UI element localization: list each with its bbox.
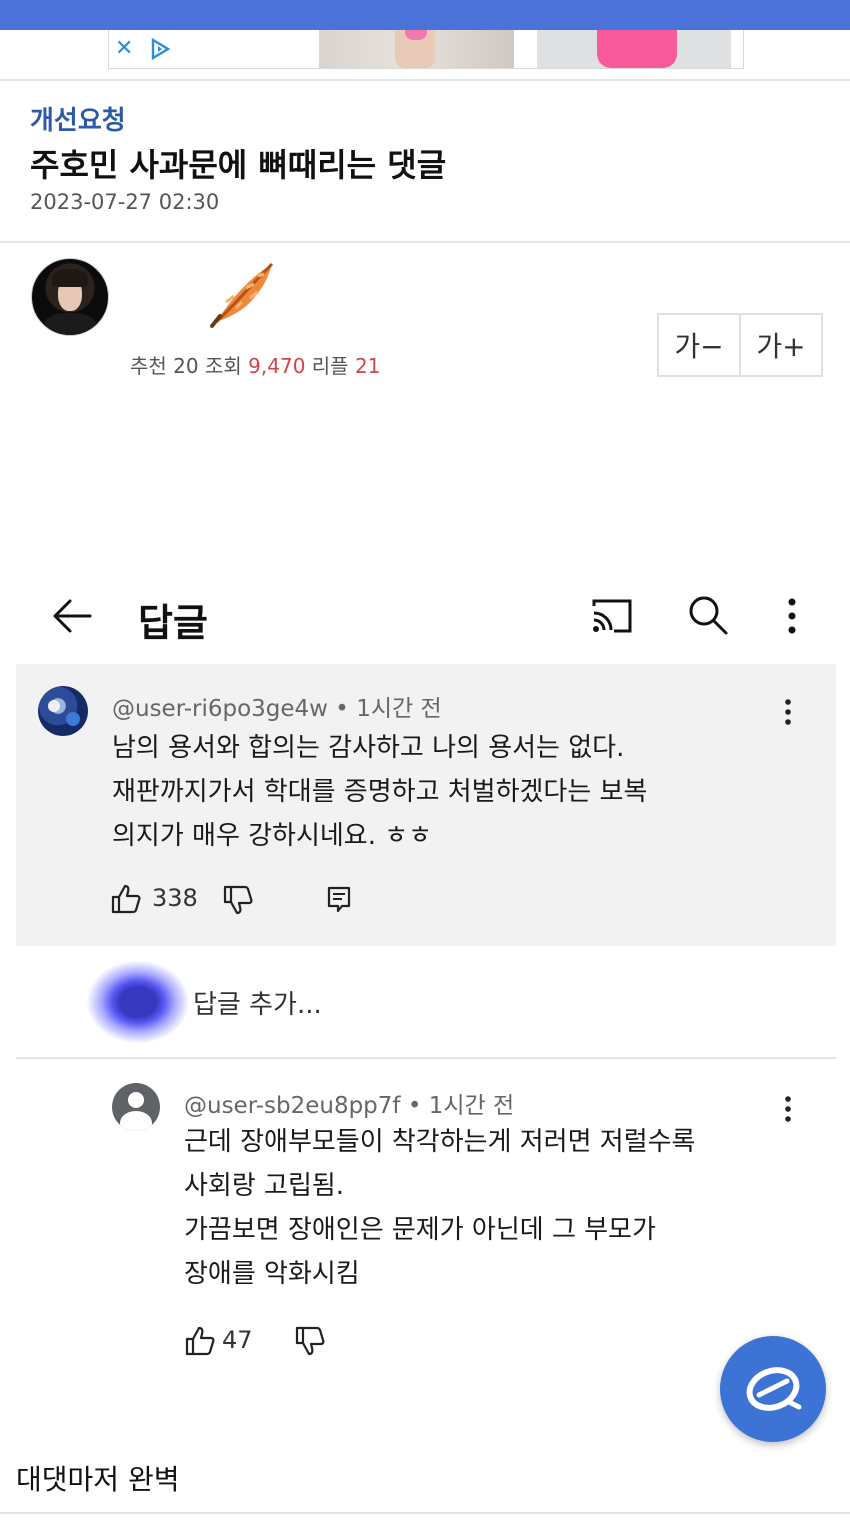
search-icon[interactable] [686, 593, 730, 637]
divider [0, 1512, 850, 1514]
divider [16, 1057, 836, 1059]
top-bar [0, 0, 850, 30]
thumbs-up-icon[interactable] [110, 883, 142, 915]
post-date: 2023-07-27 02:30 [30, 190, 220, 214]
reply-text: 근데 장애부모들이 착각하는게 저러면 저럴수록 사회랑 고립됨. 가끔보면 장… [184, 1127, 696, 1289]
replies-label: 리플 [311, 354, 349, 378]
back-arrow-icon[interactable] [50, 594, 94, 638]
comment-author[interactable]: @user-ri6po3ge4w [112, 696, 328, 722]
replies-count: 21 [354, 354, 381, 378]
recommend-label: 추천 [130, 354, 167, 378]
font-decrease-button[interactable]: 가− [659, 315, 739, 375]
my-avatar [86, 960, 190, 1044]
post-category[interactable]: 개선요청 [30, 100, 126, 137]
font-increase-button[interactable]: 가+ [739, 315, 821, 375]
post-caption: 대댓마저 완벽 [16, 1463, 180, 1496]
commenter-avatar[interactable] [38, 686, 88, 736]
views-label: 조회 [204, 354, 242, 378]
reply-more-icon[interactable] [778, 1093, 798, 1125]
recommend-count: 20 [173, 354, 199, 378]
bullet-separator: • [407, 1093, 429, 1119]
cast-icon[interactable] [590, 596, 634, 636]
font-size-controls: 가− 가+ [657, 313, 823, 377]
comment-time: 1시간 전 [356, 696, 442, 722]
post-stats: 추천 20 조회 9,470 리플 21 [130, 350, 380, 379]
comment-text: 남의 용서와 합의는 감사하고 나의 용서는 없다. 재판까지가서 학대를 증명… [112, 733, 648, 851]
reply-author[interactable]: @user-sb2eu8pp7f [184, 1093, 401, 1119]
thumbs-down-icon[interactable] [294, 1325, 326, 1357]
replier-avatar[interactable] [112, 1083, 160, 1131]
add-reply-input[interactable]: 답글 추가... [193, 984, 322, 1021]
reply-icon[interactable] [324, 884, 354, 914]
ad-close-icon[interactable]: ✕ [115, 36, 133, 62]
comment-more-icon[interactable] [778, 696, 798, 728]
reply-time: 1시간 전 [428, 1093, 515, 1119]
author-level-icon [210, 262, 274, 328]
app-logo-icon [746, 1367, 802, 1411]
thumbs-up-icon[interactable] [184, 1325, 216, 1357]
adchoices-icon[interactable] [149, 38, 171, 60]
like-count: 47 [222, 1326, 253, 1354]
divider [0, 79, 850, 81]
author-avatar[interactable] [31, 258, 109, 336]
bullet-separator: • [335, 696, 357, 722]
like-count: 338 [152, 884, 198, 912]
floating-action-button[interactable] [720, 1336, 826, 1442]
reply-meta: @user-sb2eu8pp7f • 1시간 전 [184, 1086, 514, 1120]
ad-banner[interactable]: ✕ [108, 30, 744, 69]
replies-title: 답글 [138, 601, 208, 645]
thumbs-down-icon[interactable] [222, 884, 254, 916]
more-vertical-icon[interactable] [780, 596, 804, 636]
comment-meta: @user-ri6po3ge4w • 1시간 전 [112, 689, 442, 723]
page-title: 주호민 사과문에 뼈때리는 댓글 [30, 146, 447, 184]
ad-image[interactable] [537, 30, 731, 68]
divider [0, 241, 850, 243]
ad-image[interactable] [319, 30, 514, 68]
views-count: 9,470 [248, 354, 306, 378]
